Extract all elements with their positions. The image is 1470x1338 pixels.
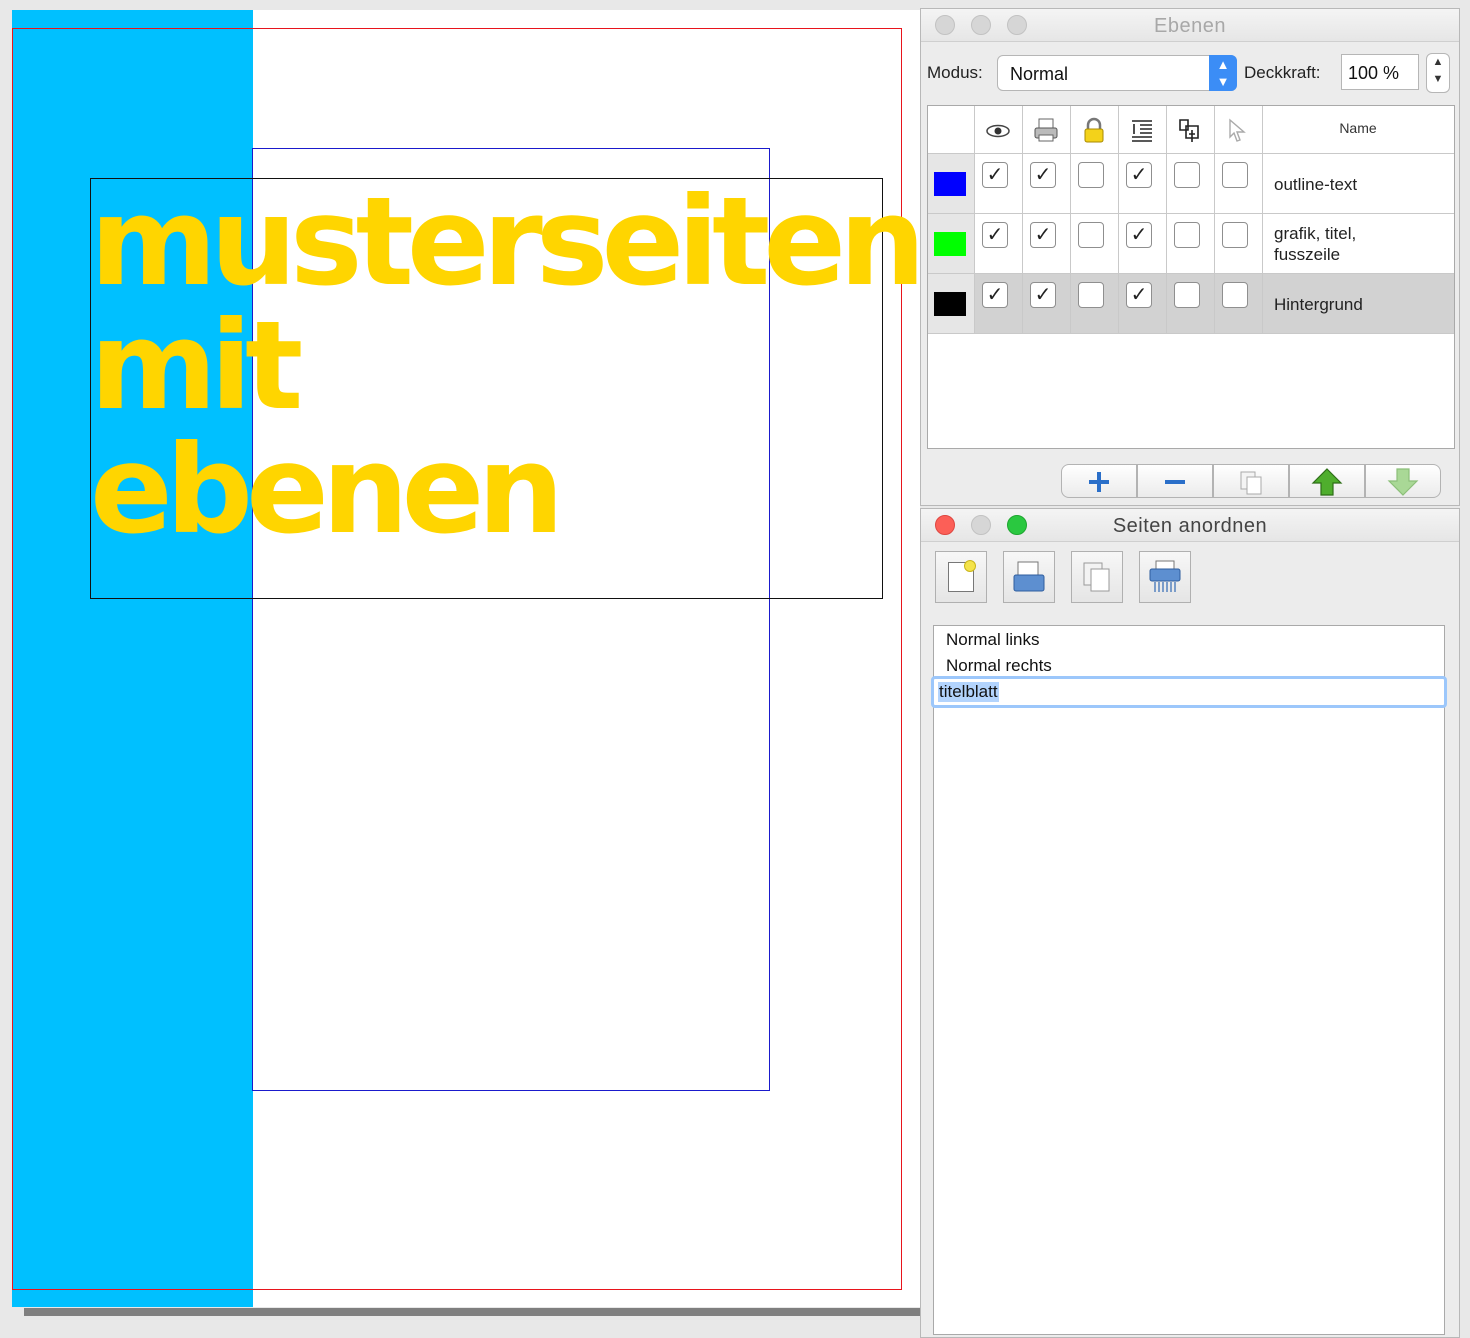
divider	[1022, 106, 1023, 334]
load-page-icon	[1013, 561, 1045, 592]
visible-checkbox[interactable]: ✓	[982, 282, 1008, 308]
opacity-label: Deckkraft:	[1244, 63, 1321, 82]
printer-icon[interactable]	[1032, 116, 1060, 144]
pages-titlebar[interactable]: Seiten anordnen	[921, 509, 1459, 542]
mode-select[interactable]: Normal ▲ ▼	[997, 55, 1237, 91]
load-page-button[interactable]	[1003, 551, 1055, 603]
list-item[interactable]: Normal links	[946, 630, 1040, 650]
page-name-edit-field[interactable]: titelblatt	[931, 676, 1447, 708]
headline-text[interactable]: musterseiten mit ebenen	[90, 171, 926, 561]
pages-panel: Seiten anordnen Normal links Normal rech…	[920, 508, 1460, 1338]
mode-value: Normal	[1010, 64, 1069, 84]
outline-checkbox[interactable]	[1174, 282, 1200, 308]
divider	[974, 106, 975, 334]
flow-checkbox[interactable]: ✓	[1126, 162, 1152, 188]
layer-name[interactable]: outline-text	[1274, 174, 1357, 195]
page-shadow	[24, 1308, 920, 1316]
outline-checkbox[interactable]	[1174, 162, 1200, 188]
layer-color-cell[interactable]	[928, 154, 974, 213]
lock-icon[interactable]	[1080, 116, 1108, 144]
divider	[1118, 106, 1119, 334]
layer-color-swatch	[934, 172, 966, 196]
remove-layer-button[interactable]	[1137, 464, 1213, 498]
lock-checkbox[interactable]	[1078, 222, 1104, 248]
layer-color-swatch	[934, 292, 966, 316]
layer-actions	[1061, 464, 1443, 498]
pointer-icon[interactable]	[1224, 116, 1252, 144]
mode-label: Modus:	[927, 63, 983, 82]
divider	[928, 213, 1454, 214]
layers-title: Ebenen	[1154, 15, 1226, 37]
flow-checkbox[interactable]: ✓	[1126, 222, 1152, 248]
divider	[928, 333, 1454, 334]
opacity-stepper[interactable]: ▲ ▼	[1426, 53, 1450, 93]
divider	[928, 153, 1454, 154]
divider	[1070, 106, 1071, 334]
layer-name[interactable]: grafik, titel, fusszeile	[1274, 223, 1394, 265]
select-checkbox[interactable]	[1222, 222, 1248, 248]
opacity-value: 100 %	[1348, 63, 1400, 83]
eye-icon[interactable]	[984, 116, 1012, 144]
layer-name[interactable]: Hintergrund	[1274, 294, 1363, 315]
add-layer-button[interactable]	[1061, 464, 1137, 498]
visible-checkbox[interactable]: ✓	[982, 162, 1008, 188]
visible-checkbox[interactable]: ✓	[982, 222, 1008, 248]
document-page[interactable]: musterseiten mit ebenen	[12, 10, 926, 1307]
list-item[interactable]: Normal rechts	[946, 656, 1052, 676]
duplicate-layer-button[interactable]	[1213, 464, 1289, 498]
divider	[928, 273, 1454, 274]
text-flow-icon[interactable]	[1128, 116, 1156, 144]
print-checkbox[interactable]: ✓	[1030, 222, 1056, 248]
shredder-icon	[1149, 560, 1181, 592]
flow-checkbox[interactable]: ✓	[1126, 282, 1152, 308]
print-checkbox[interactable]: ✓	[1030, 282, 1056, 308]
copy-page-icon	[1083, 562, 1110, 592]
delete-page-button[interactable]	[1139, 551, 1191, 603]
layers-titlebar[interactable]: Ebenen	[921, 9, 1459, 42]
select-checkbox[interactable]	[1222, 282, 1248, 308]
headline-line: mit	[90, 295, 303, 437]
layers-table: Name ✓ ✓ ✓ outline-text ✓ ✓ ✓ grafik, ti…	[927, 105, 1455, 449]
opacity-input[interactable]: 100 %	[1341, 54, 1419, 90]
divider	[1262, 106, 1263, 334]
outline-checkbox[interactable]	[1174, 222, 1200, 248]
outline-icon[interactable]	[1176, 116, 1204, 144]
layer-color-swatch	[934, 232, 966, 256]
headline-line: ebenen	[90, 419, 564, 561]
move-layer-down-button[interactable]	[1365, 464, 1441, 498]
layer-color-cell[interactable]	[928, 214, 974, 273]
layer-color-cell[interactable]	[928, 274, 974, 333]
move-layer-up-button[interactable]	[1289, 464, 1365, 498]
pages-title: Seiten anordnen	[1112, 515, 1268, 537]
column-name-header[interactable]: Name	[1264, 120, 1452, 136]
headline-line: musterseiten	[90, 171, 926, 313]
lock-checkbox[interactable]	[1078, 282, 1104, 308]
divider	[1166, 106, 1167, 334]
divider	[1214, 106, 1215, 334]
copy-page-button[interactable]	[1071, 551, 1123, 603]
page-name-edit-text: titelblatt	[938, 682, 999, 702]
master-pages-list[interactable]: Normal links Normal rechts titelblatt	[931, 625, 1447, 1335]
layers-panel: Ebenen Modus: Normal ▲ ▼ Deckkraft: 100 %…	[920, 8, 1460, 506]
print-checkbox[interactable]: ✓	[1030, 162, 1056, 188]
lock-checkbox[interactable]	[1078, 162, 1104, 188]
new-page-button[interactable]	[935, 551, 987, 603]
select-checkbox[interactable]	[1222, 162, 1248, 188]
chevron-updown-icon: ▲ ▼	[1209, 55, 1237, 91]
star-icon	[964, 560, 976, 572]
